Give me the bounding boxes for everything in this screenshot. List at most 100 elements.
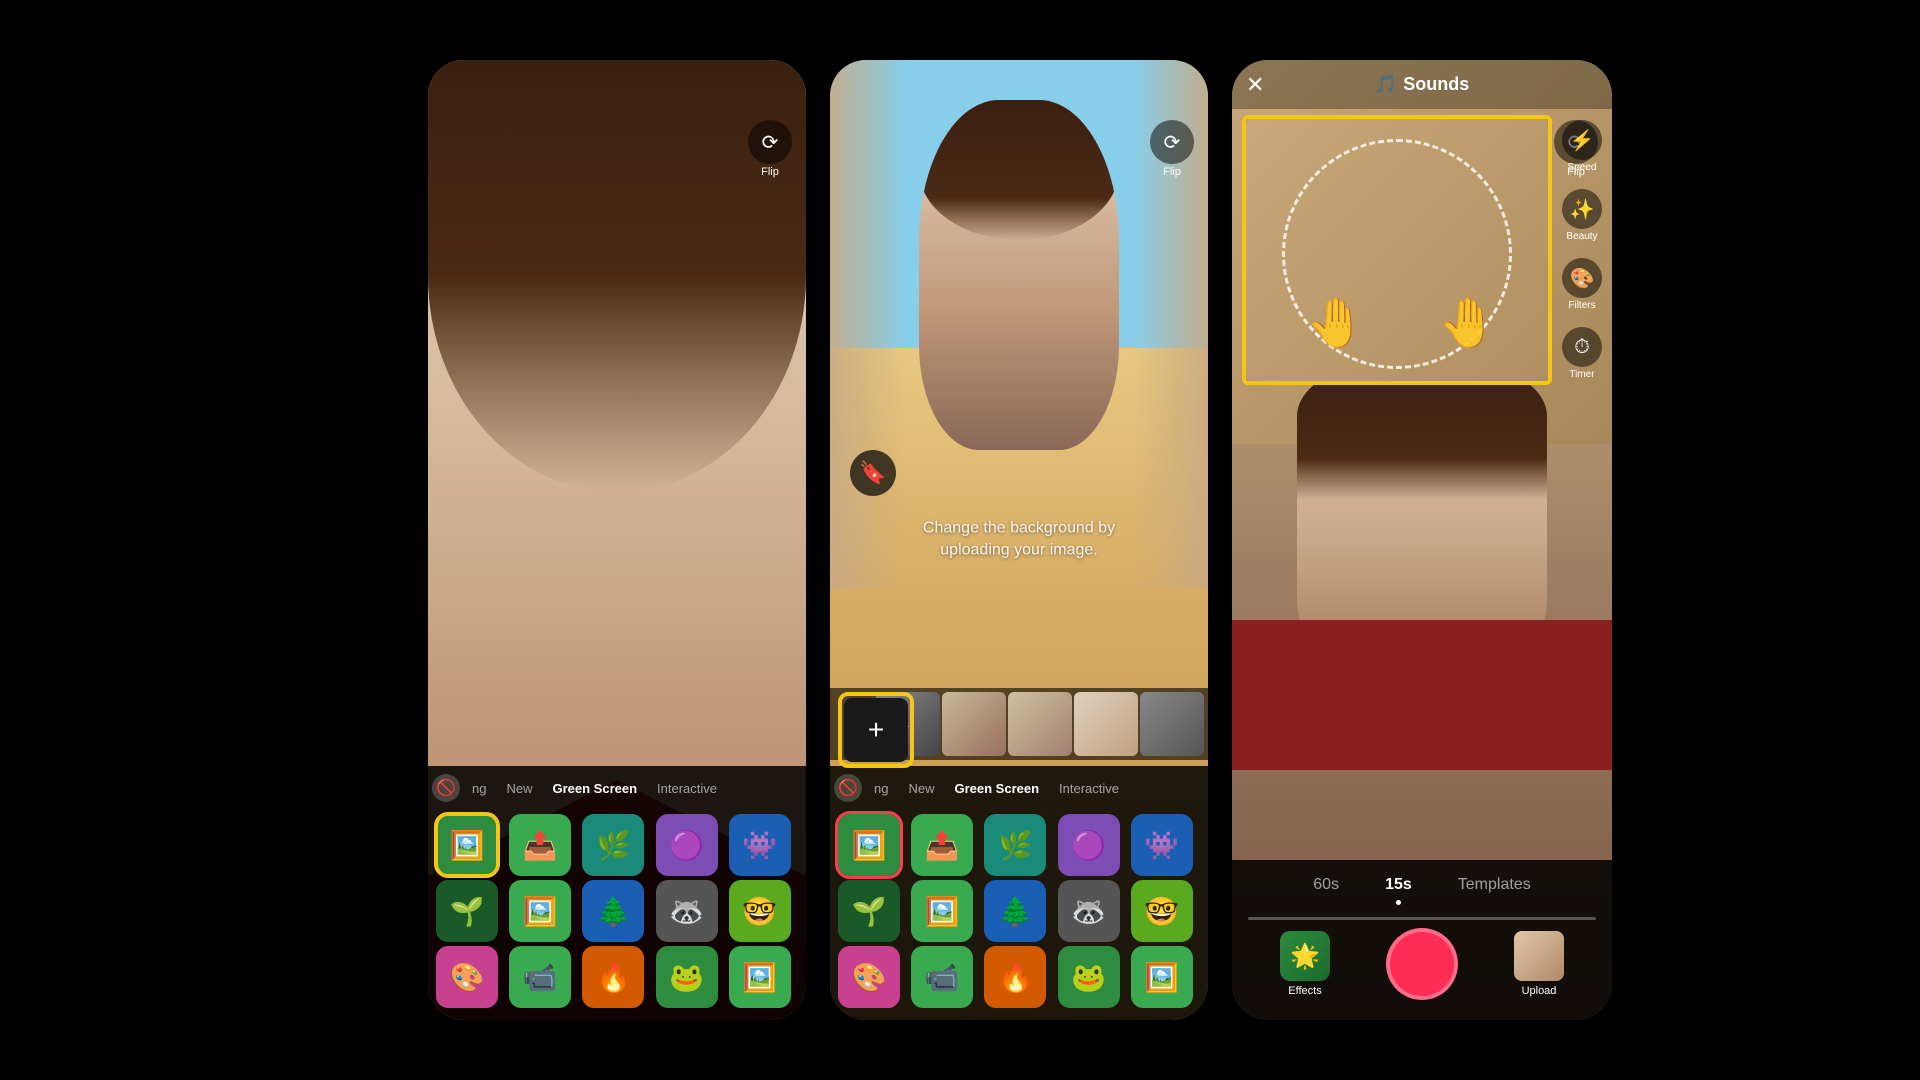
left-flip-button[interactable]: ⟳ Flip (748, 120, 792, 178)
left-effect-greenscreen[interactable]: 🖼️ (436, 814, 498, 876)
speed-icon: ⚡ (1562, 120, 1602, 160)
speed-button[interactable]: ⚡ Speed (1562, 120, 1602, 173)
middle-effect-blob[interactable]: 🟣 (1058, 814, 1120, 876)
upload-thumbnail (1514, 931, 1564, 981)
middle-tab-greenscreen[interactable]: Green Screen (946, 777, 1047, 800)
right-sounds-header: ✕ 🎵 Sounds (1232, 60, 1612, 109)
left-effect-blob[interactable]: 🟣 (656, 814, 718, 876)
beauty-button[interactable]: ✨ Beauty (1562, 189, 1602, 242)
middle-effect-raccoon[interactable]: 🦝 (1058, 880, 1120, 942)
right-phone: 🤚 🤚 ✕ 🎵 Sounds ⟳ Flip ⚡ Speed ✨ B (1232, 60, 1612, 1020)
middle-flip-label: Flip (1163, 166, 1181, 178)
dur-active-dot (1396, 900, 1401, 905)
carousel-item-2[interactable] (942, 692, 1006, 756)
left-effect-frame[interactable]: 🖼️ (729, 946, 791, 1008)
middle-effect-palette[interactable]: 🎨 (838, 946, 900, 1008)
left-effect-share[interactable]: 📤 (509, 814, 571, 876)
middle-tab-ng[interactable]: ng (866, 777, 896, 800)
middle-effect-nature2[interactable]: 🌲 (984, 880, 1046, 942)
left-effect-photo[interactable]: 🖼️ (509, 880, 571, 942)
right-sounds-title[interactable]: 🎵 Sounds (1375, 74, 1469, 95)
left-flip-label: Flip (761, 166, 779, 178)
left-tab-interactive[interactable]: Interactive (649, 777, 725, 800)
filters-button[interactable]: 🎨 Filters (1562, 258, 1602, 311)
right-bottom-controls: 60s 15s Templates 🌟 Effects (1232, 860, 1612, 1020)
middle-tab-no: 🚫 (834, 774, 862, 802)
middle-effect-photo[interactable]: 🖼️ (911, 880, 973, 942)
beauty-label: Beauty (1566, 231, 1597, 242)
music-note-icon: 🎵 (1375, 74, 1397, 95)
right-action-bar: 🌟 Effects Upload (1232, 920, 1612, 1000)
right-toolbar: ⚡ Speed ✨ Beauty 🎨 Filters ⏱ Timer (1562, 120, 1602, 380)
middle-effect-nature[interactable]: 🌿 (984, 814, 1046, 876)
middle-tab-bar: 🚫 ng New Green Screen Interactive (830, 766, 1208, 810)
left-effect-glasses[interactable]: 🤓 (729, 880, 791, 942)
effects-icon: 🌟 (1280, 931, 1330, 981)
effects-label: Effects (1288, 985, 1321, 997)
left-flip-icon: ⟳ (748, 120, 792, 164)
left-phone: ⟳ Flip 🚫 ng New Green Screen Interactive… (428, 60, 806, 1020)
middle-flip-button[interactable]: ⟳ Flip (1150, 120, 1194, 178)
middle-upload-text: Change the background byuploading your i… (919, 518, 1119, 563)
left-effect-raccoon[interactable]: 🦝 (656, 880, 718, 942)
timer-label: Timer (1569, 369, 1594, 380)
middle-bookmark[interactable]: 🔖 (850, 450, 896, 496)
effects-button[interactable]: 🌟 Effects (1280, 931, 1330, 997)
middle-effect-frame[interactable]: 🖼️ (1131, 946, 1193, 1008)
middle-effect-plant[interactable]: 🌱 (838, 880, 900, 942)
dur-15s-container: 15s (1377, 872, 1420, 905)
middle-effect-share[interactable]: 📤 (911, 814, 973, 876)
left-tab-ng[interactable]: ng (464, 777, 494, 800)
left-effect-fire[interactable]: 🔥 (582, 946, 644, 1008)
upload-label: Upload (1522, 985, 1557, 997)
right-close-button[interactable]: ✕ (1246, 72, 1264, 98)
record-button[interactable] (1386, 928, 1458, 1000)
middle-add-button[interactable]: + (844, 698, 908, 762)
dur-60s[interactable]: 60s (1305, 872, 1347, 905)
middle-carousel-container: + (838, 692, 914, 768)
left-effect-nature[interactable]: 🌿 (582, 814, 644, 876)
right-shirt (1232, 620, 1612, 770)
left-tab-new[interactable]: New (498, 777, 540, 800)
middle-tab-interactive[interactable]: Interactive (1051, 777, 1127, 800)
speed-label: Speed (1568, 162, 1597, 173)
right-hair (1297, 360, 1547, 500)
timer-button[interactable]: ⏱ Timer (1562, 327, 1602, 380)
middle-tab-new[interactable]: New (900, 777, 942, 800)
middle-hair (919, 100, 1119, 240)
left-effect-char[interactable]: 👾 (729, 814, 791, 876)
left-effect-plant[interactable]: 🌱 (436, 880, 498, 942)
left-bottom-ui: 🚫 ng New Green Screen Interactive 🖼️ 📤 🌿 (428, 766, 806, 1020)
carousel-item-3[interactable] (1008, 692, 1072, 756)
middle-effect-greenscreen[interactable]: 🖼️ (838, 814, 900, 876)
left-tab-greenscreen[interactable]: Green Screen (544, 777, 645, 800)
left-effect-nature2[interactable]: 🌲 (582, 880, 644, 942)
beauty-icon: ✨ (1562, 189, 1602, 229)
middle-phone: Change the background byuploading your i… (830, 60, 1208, 1020)
left-tab-no: 🚫 (432, 774, 460, 802)
middle-effect-char[interactable]: 👾 (1131, 814, 1193, 876)
filters-label: Filters (1568, 300, 1595, 311)
left-effect-frog[interactable]: 🐸 (656, 946, 718, 1008)
duration-tabs: 60s 15s Templates (1232, 872, 1612, 905)
carousel-item-5[interactable] (1140, 692, 1204, 756)
screens-container: ⟳ Flip 🚫 ng New Green Screen Interactive… (0, 0, 1920, 1080)
middle-effect-fire[interactable]: 🔥 (984, 946, 1046, 1008)
upload-button[interactable]: Upload (1514, 931, 1564, 997)
middle-effects-grid: 🖼️ 📤 🌿 🟣 👾 🌱 🖼️ (830, 810, 1208, 1012)
filters-icon: 🎨 (1562, 258, 1602, 298)
middle-effect-video[interactable]: 📹 (911, 946, 973, 1008)
left-effect-palette[interactable]: 🎨 (436, 946, 498, 1008)
carousel-item-4[interactable] (1074, 692, 1138, 756)
left-effect-video[interactable]: 📹 (509, 946, 571, 1008)
middle-face-sim (919, 100, 1119, 450)
dur-15s[interactable]: 15s (1377, 872, 1420, 898)
yellow-add-outline: + (838, 692, 914, 768)
left-tab-bar: 🚫 ng New Green Screen Interactive (428, 766, 806, 810)
dur-templates[interactable]: Templates (1450, 872, 1539, 905)
middle-effect-glasses[interactable]: 🤓 (1131, 880, 1193, 942)
left-effects-grid: 🖼️ 📤 🌿 🟣 👾 🌱 🖼️ (428, 810, 806, 1012)
middle-flip-icon: ⟳ (1150, 120, 1194, 164)
middle-bottom-ui: 🚫 ng New Green Screen Interactive 🖼️ 📤 🌿 (830, 766, 1208, 1020)
middle-effect-frog[interactable]: 🐸 (1058, 946, 1120, 1008)
